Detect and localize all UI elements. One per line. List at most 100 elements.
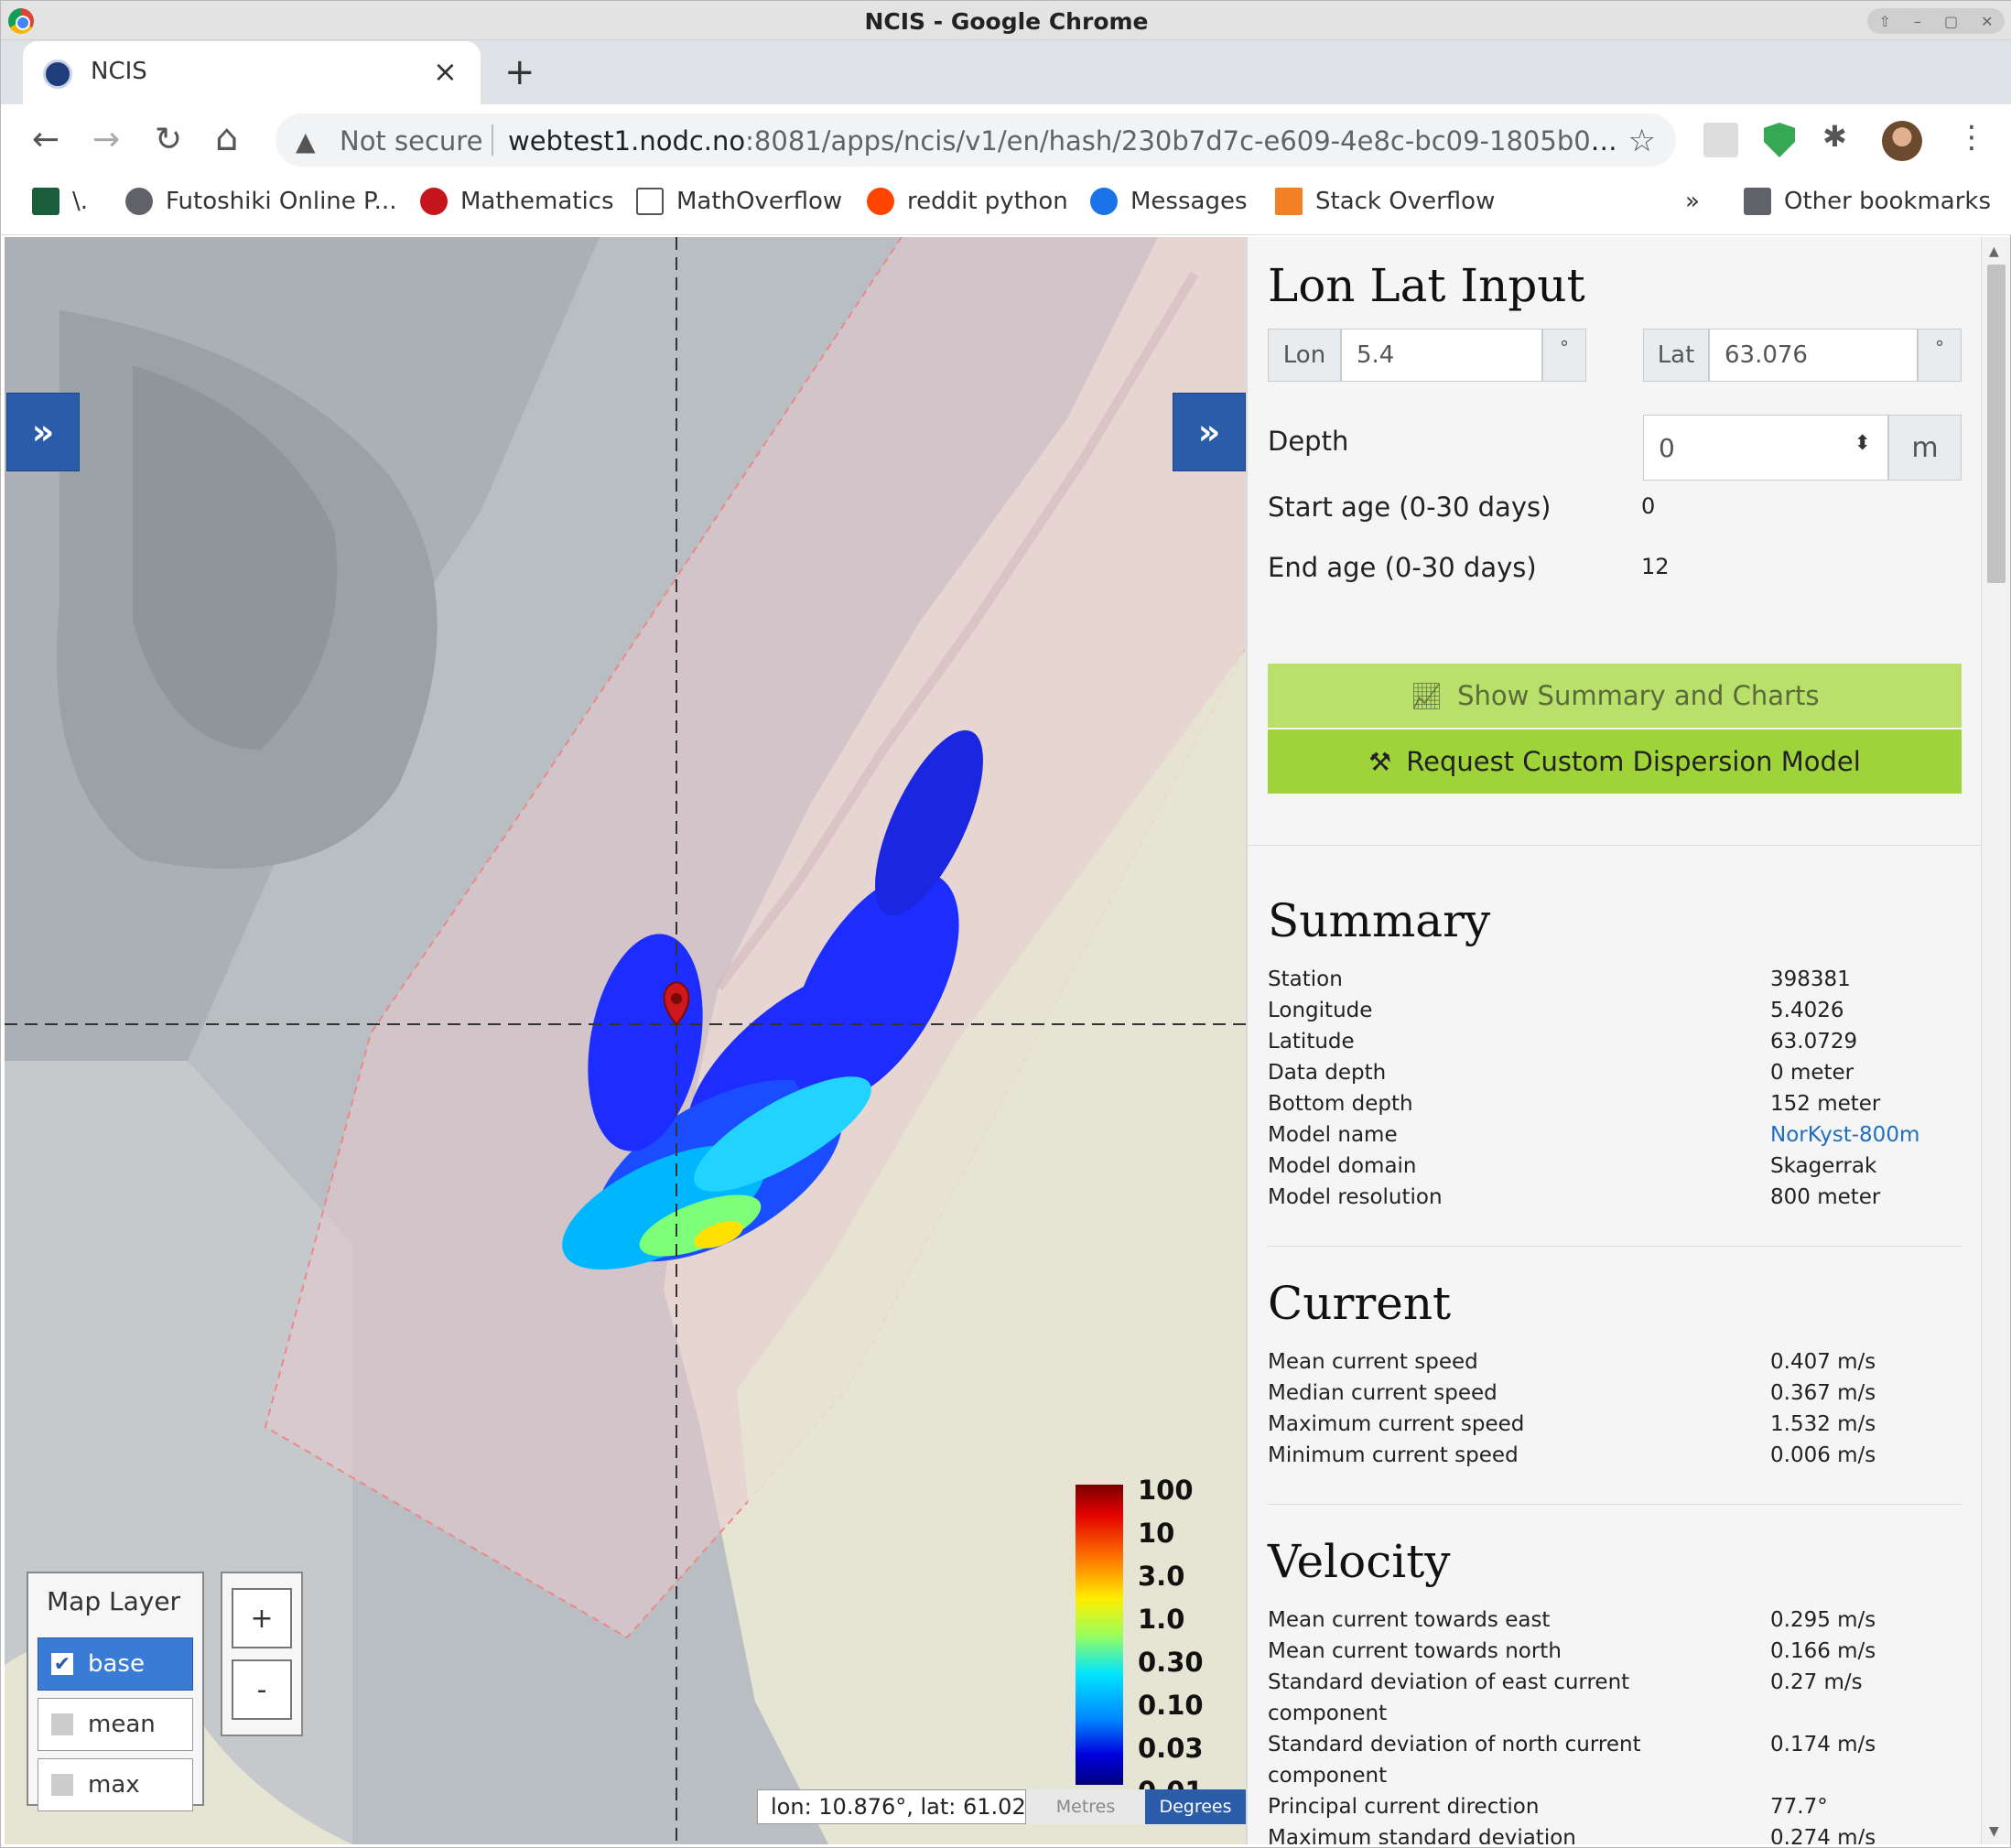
compass-icon: ⚒ xyxy=(1368,746,1392,777)
lon-degree-unit: ° xyxy=(1542,329,1586,382)
velocity-row: Standard deviation of north current compo… xyxy=(1268,1733,1876,1788)
depth-label: Depth xyxy=(1268,426,1349,457)
bookmark-item[interactable]: reddit python xyxy=(867,188,1068,215)
unit-metres-option[interactable]: Metres xyxy=(1026,1789,1145,1824)
velocity-heading: Velocity xyxy=(1268,1535,1451,1588)
home-button[interactable]: ⌂ xyxy=(215,117,238,159)
colorbar-label: 3.0 xyxy=(1138,1561,1185,1592)
address-divider xyxy=(492,124,493,156)
flower-icon xyxy=(420,188,448,215)
url-host: webtest1.nodc.no xyxy=(508,125,746,157)
end-age-value[interactable]: 12 xyxy=(1641,554,1670,579)
start-age-label: Start age (0-30 days) xyxy=(1268,492,1551,523)
layer-mean[interactable]: mean xyxy=(38,1698,193,1751)
menu-dots-icon[interactable]: ⋮ xyxy=(1956,119,1987,156)
back-button[interactable]: ← xyxy=(32,121,59,158)
checkbox-icon[interactable] xyxy=(51,1713,73,1735)
bookmark-item[interactable]: Futoshiki Online P... xyxy=(125,188,396,215)
title-bar: NCIS - Google Chrome ⇧ – ▢ ✕ xyxy=(1,1,2011,40)
show-summary-button[interactable]: 📈︎ Show Summary and Charts xyxy=(1268,664,1962,728)
forward-button[interactable]: → xyxy=(92,121,120,158)
url-text[interactable]: webtest1.nodc.no:8081/apps/ncis/v1/en/ha… xyxy=(508,125,1634,157)
model-name-link[interactable]: NorKyst-800m xyxy=(1770,1119,1919,1151)
zoom-out-button[interactable]: - xyxy=(232,1659,292,1720)
bookmarks-overflow-button[interactable]: » xyxy=(1685,188,1700,215)
expand-right-panel-button[interactable]: » xyxy=(1173,393,1246,471)
browser-window: NCIS - Google Chrome ⇧ – ▢ ✕ NCIS × + ← … xyxy=(0,0,2011,1848)
map-canvas[interactable]: » » 100 10 3.0 1.0 0.30 0.10 0.03 0.01 l… xyxy=(5,237,1246,1844)
tab-close-icon[interactable]: × xyxy=(433,54,458,89)
colorbar-label: 10 xyxy=(1138,1518,1175,1549)
zoom-in-button[interactable]: + xyxy=(232,1588,292,1648)
spinner-icon[interactable]: ⬍ xyxy=(1854,432,1871,455)
colorbar-label: 0.10 xyxy=(1138,1690,1204,1721)
maximize-icon[interactable]: ▢ xyxy=(1944,13,1958,30)
window-controls[interactable]: ⇧ – ▢ ✕ xyxy=(1867,8,2005,34)
map-layer-title: Map Layer xyxy=(47,1586,181,1616)
bookmark-star-icon[interactable]: ☆ xyxy=(1628,123,1656,159)
url-path: :8081/apps/ncis/v1/en/hash/230b7d7c-e609… xyxy=(745,125,1634,157)
lat-degree-unit: ° xyxy=(1918,329,1962,382)
depth-input[interactable]: 0 ⬍ xyxy=(1643,415,1888,481)
bookmark-item[interactable]: Stack Overflow xyxy=(1275,188,1495,215)
lon-label: Lon xyxy=(1268,329,1341,382)
security-status[interactable]: Not secure xyxy=(340,125,482,157)
app-icon xyxy=(32,188,59,215)
scroll-down-icon[interactable]: ▼ xyxy=(1989,1824,1999,1839)
shield-extension-icon[interactable] xyxy=(1764,123,1795,157)
bookmark-item[interactable]: MathOverflow xyxy=(636,188,842,215)
colorbar-label: 0.03 xyxy=(1138,1733,1204,1764)
section-divider xyxy=(1248,845,1981,846)
lon-input[interactable]: 5.4 xyxy=(1341,329,1542,382)
chart-icon: 📈︎ xyxy=(1410,680,1443,711)
checkbox-checked-icon[interactable]: ✔ xyxy=(51,1653,73,1676)
tab-strip: NCIS × + xyxy=(1,40,2011,105)
unit-toggle[interactable]: Metres Degrees xyxy=(1026,1789,1246,1824)
extension-icon[interactable] xyxy=(1703,123,1738,157)
ncis-favicon-icon xyxy=(43,59,72,89)
other-bookmarks[interactable]: Other bookmarks xyxy=(1744,188,1991,215)
mouse-coordinates: lon: 10.876°, lat: 61.028° xyxy=(757,1789,1051,1824)
summary-heading: Summary xyxy=(1268,894,1491,947)
layer-base[interactable]: ✔ base xyxy=(38,1637,193,1691)
restore-icon[interactable]: ⇧ xyxy=(1879,13,1891,30)
panel-scrollbar[interactable]: ▲ ▼ xyxy=(1981,237,2010,1844)
lonlat-heading: Lon Lat Input xyxy=(1268,259,1585,312)
globe-icon xyxy=(125,188,153,215)
reload-button[interactable]: ↻ xyxy=(155,121,182,158)
request-dispersion-button[interactable]: ⚒ Request Custom Dispersion Model xyxy=(1268,729,1962,794)
section-divider xyxy=(1268,1246,1962,1247)
scroll-up-icon[interactable]: ▲ xyxy=(1989,244,1999,259)
map-layer-panel: Map Layer ✔ base mean max xyxy=(27,1572,204,1811)
address-bar[interactable]: ▲ Not secure webtest1.nodc.no:8081/apps/… xyxy=(276,113,1676,167)
minimize-icon[interactable]: – xyxy=(1914,13,1921,30)
puzzle-extensions-icon[interactable]: ✱ xyxy=(1822,119,1857,154)
checkbox-icon[interactable] xyxy=(51,1774,73,1796)
tab-title: NCIS xyxy=(91,58,147,85)
colorbar-label: 100 xyxy=(1138,1475,1194,1506)
folder-icon xyxy=(1744,188,1771,215)
bookmark-item[interactable]: \. xyxy=(32,188,88,215)
new-tab-button[interactable]: + xyxy=(504,51,535,93)
end-age-label: End age (0-30 days) xyxy=(1268,552,1537,583)
tab-ncis[interactable]: NCIS × xyxy=(23,41,481,105)
bookmark-item[interactable]: Messages xyxy=(1090,188,1248,215)
messages-icon xyxy=(1090,188,1118,215)
profile-avatar[interactable] xyxy=(1882,121,1922,161)
window-title: NCIS - Google Chrome xyxy=(864,8,1149,35)
unit-degrees-option[interactable]: Degrees xyxy=(1145,1789,1246,1824)
colorbar-label: 1.0 xyxy=(1138,1604,1185,1635)
bookmark-item[interactable]: Mathematics xyxy=(420,188,614,215)
start-age-value[interactable]: 0 xyxy=(1641,493,1655,519)
warning-triangle-icon[interactable]: ▲ xyxy=(296,126,316,157)
layer-max[interactable]: max xyxy=(38,1758,193,1811)
expand-left-panel-button[interactable]: » xyxy=(6,393,80,471)
mo-icon xyxy=(636,188,664,215)
close-window-icon[interactable]: ✕ xyxy=(1981,13,1993,30)
depth-unit: m xyxy=(1888,415,1962,481)
toolbar: ← → ↻ ⌂ ▲ Not secure webtest1.nodc.no:80… xyxy=(1,104,2011,175)
scroll-thumb[interactable] xyxy=(1987,265,2006,583)
current-heading: Current xyxy=(1268,1277,1452,1330)
color-scale-bar xyxy=(1076,1485,1123,1785)
lat-input[interactable]: 63.076 xyxy=(1709,329,1918,382)
